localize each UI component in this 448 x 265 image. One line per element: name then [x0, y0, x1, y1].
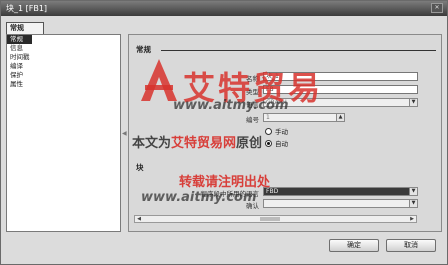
- number-value: 1: [266, 114, 270, 121]
- property-nav-list: 常规 信息 时间戳 编译 保护 属性: [6, 34, 121, 232]
- chevron-down-icon[interactable]: ▼: [409, 188, 417, 195]
- block-properties-dialog: 块_1 [FB1] ✕ 常规 常规 信息 时间戳 编译 保护 属性 ◀ 常规 名…: [0, 0, 448, 265]
- name-field[interactable]: 块_1: [263, 72, 418, 81]
- title-bar[interactable]: 块_1 [FB1] ✕: [1, 1, 447, 16]
- acknowledge-select[interactable]: ▼: [263, 199, 418, 208]
- cancel-button[interactable]: 取消: [386, 239, 436, 252]
- nav-item-information[interactable]: 信息: [7, 44, 120, 53]
- scroll-right-icon[interactable]: ▶: [408, 216, 416, 222]
- spinner-arrows-icon[interactable]: ▲: [336, 114, 344, 121]
- chevron-down-icon[interactable]: ▼: [409, 99, 417, 106]
- ok-button[interactable]: 确定: [329, 239, 379, 252]
- property-panel: 常规 名称 块_1 类型 FB 语言 GRAPH ▼ 编号 1 ▲ 手动 自动 …: [128, 34, 442, 232]
- nav-item-general[interactable]: 常规: [7, 35, 32, 44]
- nav-item-compile[interactable]: 编译: [7, 62, 120, 71]
- section-general-heading: 常规: [136, 45, 151, 54]
- radio-manual[interactable]: 手动: [265, 126, 288, 136]
- radio-manual-label: 手动: [275, 128, 288, 136]
- horizontal-scrollbar[interactable]: ◀ ▶: [134, 215, 417, 223]
- radio-auto-icon[interactable]: [265, 139, 272, 147]
- language-value: GRAPH: [266, 99, 287, 106]
- number-label: 编号: [246, 116, 259, 124]
- section-block-heading: 块: [136, 163, 144, 172]
- acknowledge-label: 确认: [246, 202, 259, 210]
- type-label: 类型: [246, 88, 259, 96]
- window-controls: ✕: [429, 3, 443, 13]
- collapse-arrow-icon[interactable]: ◀: [122, 130, 127, 137]
- window-title: 块_1 [FB1]: [6, 4, 48, 13]
- nav-item-timestamp[interactable]: 时间戳: [7, 53, 120, 62]
- language-label: 语言: [246, 101, 259, 109]
- number-stepper[interactable]: 1 ▲: [263, 113, 345, 122]
- tab-general[interactable]: 常规: [6, 22, 44, 34]
- type-field[interactable]: FB: [263, 85, 418, 94]
- nav-item-protection[interactable]: 保护: [7, 71, 120, 80]
- scrollbar-thumb[interactable]: [260, 217, 280, 221]
- nav-item-attributes[interactable]: 属性: [7, 80, 120, 89]
- network-language-label: 程序段中所用的语言: [200, 190, 260, 198]
- radio-manual-icon[interactable]: [265, 127, 272, 135]
- network-language-select[interactable]: FBD ▼: [263, 187, 418, 196]
- chevron-down-icon[interactable]: ▼: [409, 200, 417, 207]
- name-label: 名称: [246, 75, 259, 83]
- radio-auto-label: 自动: [275, 140, 288, 148]
- scroll-left-icon[interactable]: ◀: [135, 216, 143, 222]
- radio-auto[interactable]: 自动: [265, 138, 288, 148]
- language-select[interactable]: GRAPH ▼: [263, 98, 418, 107]
- section-general-divider: [161, 50, 436, 51]
- network-language-value: FBD: [266, 188, 279, 195]
- close-icon[interactable]: ✕: [431, 3, 443, 13]
